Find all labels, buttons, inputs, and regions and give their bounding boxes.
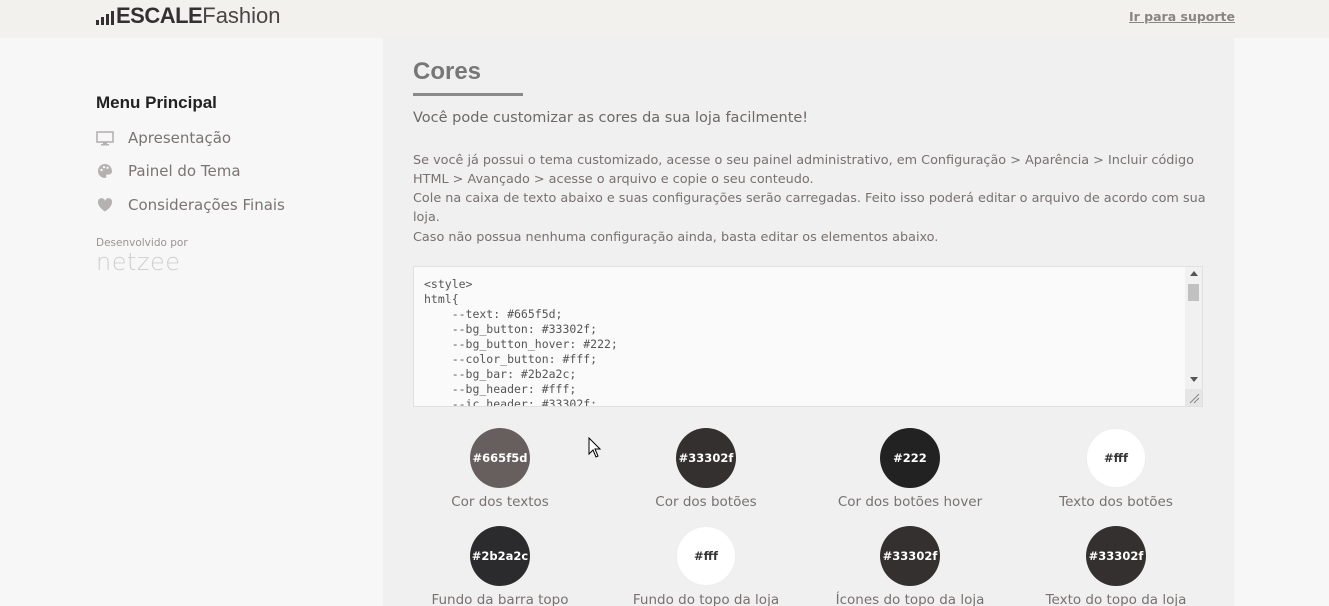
lead-text: Você pode customizar as cores da sua loj… [413,110,809,126]
title-underline [413,93,523,96]
support-link[interactable]: Ir para suporte [1129,9,1235,24]
swatch-button-color[interactable]: #33302f Cor dos botões [606,428,806,510]
heart-icon [96,197,114,213]
swatch-header-bg[interactable]: #fff Fundo do topo da loja [606,526,806,606]
logo-text-light: Fashion [202,3,281,28]
main-content: Cores Você pode customizar as cores da s… [383,38,1234,606]
color-circle[interactable]: #fff [1086,428,1146,488]
instructions-paragraph-2: Cole na caixa de texto abaixo e suas con… [413,191,1206,225]
color-circle[interactable]: #33302f [880,526,940,586]
config-textarea[interactable]: <style> html{ --text: #665f5d; --bg_butt… [413,266,1203,407]
mouse-cursor-icon [588,437,602,458]
palette-icon [96,163,114,179]
swatch-top-bar-bg[interactable]: #2b2a2c Fundo da barra topo [400,526,600,606]
sidebar-item-label: Considerações Finais [128,196,285,214]
netzee-logo[interactable]: netzee [96,248,181,276]
color-circle[interactable]: #2b2a2c [470,526,530,586]
instructions-paragraph-3: Caso não possua nenhuma configuração ain… [413,230,939,245]
signal-bars-icon [96,9,114,25]
swatch-label: Ícones do topo da loja [835,592,985,606]
scroll-thumb[interactable] [1188,284,1199,301]
color-circle[interactable]: #33302f [676,428,736,488]
color-circle[interactable]: #222 [880,428,940,488]
sidebar-item-painel-tema[interactable]: Painel do Tema [96,160,241,182]
swatch-button-hover-color[interactable]: #222 Cor dos botões hover [810,428,1010,510]
page-title: Cores [413,58,482,85]
monitor-icon [96,130,114,146]
escale-fashion-logo[interactable]: ESCALE Fashion [96,3,281,29]
color-circle[interactable]: #33302f [1086,526,1146,586]
resize-grip-icon[interactable] [1185,389,1202,406]
swatch-label: Texto do topo da loja [1045,592,1187,606]
swatch-header-text[interactable]: #33302f Texto do topo da loja [1016,526,1216,606]
color-circle[interactable]: #fff [676,526,736,586]
sidebar-item-apresentacao[interactable]: Apresentação [96,127,231,149]
instructions-paragraph: Se você já possui o tema customizado, ac… [413,153,1194,187]
sidebar-item-label: Apresentação [128,129,232,147]
swatch-label: Cor dos textos [451,494,549,510]
config-code: <style> html{ --text: #665f5d; --bg_butt… [424,277,618,407]
textarea-scrollbar[interactable] [1185,267,1202,391]
scroll-up-arrow-icon[interactable] [1190,271,1198,276]
swatch-label: Cor dos botões hover [837,494,983,510]
swatch-label: Cor dos botões [655,494,757,510]
sidebar: Menu Principal Apresentação Painel do Te… [0,38,383,606]
menu-title: Menu Principal [96,93,217,112]
swatch-button-text-color[interactable]: #fff Texto dos botões [1016,428,1216,510]
scroll-down-arrow-icon[interactable] [1190,377,1198,382]
swatch-text-color[interactable]: #665f5d Cor dos textos [400,428,600,510]
sidebar-item-consideracoes[interactable]: Considerações Finais [96,194,285,216]
swatch-label: Fundo da barra topo [431,592,569,606]
swatch-header-icons[interactable]: #33302f Ícones do topo da loja [810,526,1010,606]
swatch-label: Fundo do topo da loja [632,592,780,606]
logo-text-strong: ESCALE [116,3,203,28]
top-header: ESCALE Fashion Ir para suporte [0,0,1329,38]
swatch-label: Texto dos botões [1059,494,1173,510]
color-circle[interactable]: #665f5d [470,428,530,488]
sidebar-item-label: Painel do Tema [128,162,241,180]
